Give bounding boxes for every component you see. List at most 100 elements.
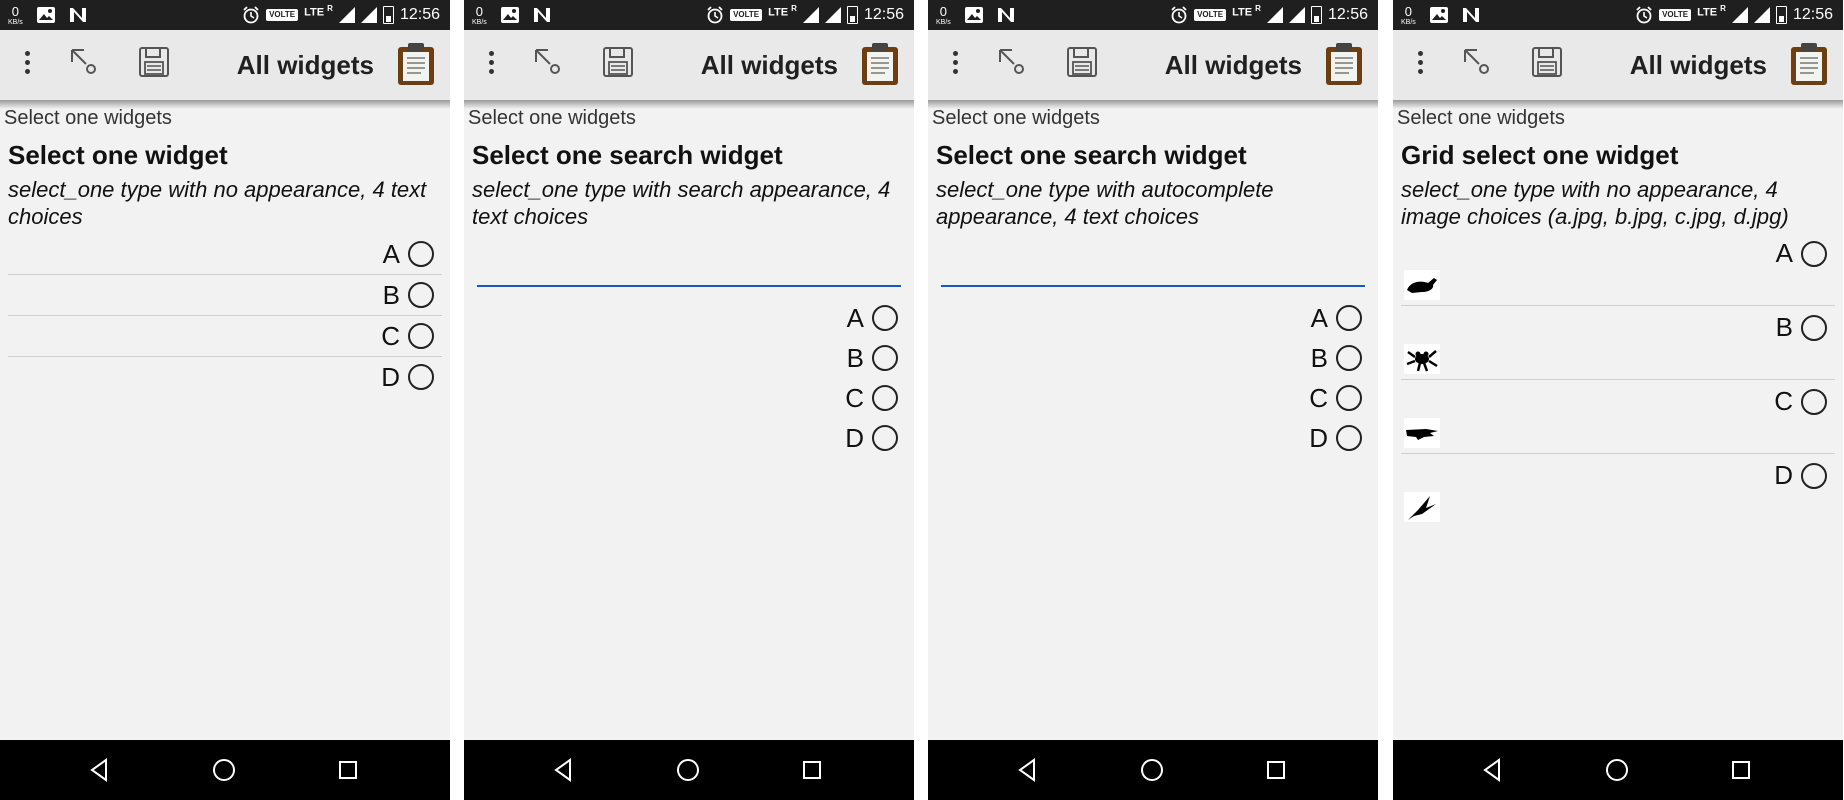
jump-to-icon[interactable] bbox=[530, 44, 566, 80]
back-icon[interactable] bbox=[1479, 756, 1507, 784]
status-bar: 0 KB/s VOLTE LTE R 12:56 bbox=[0, 0, 450, 30]
n-notification-icon bbox=[1462, 8, 1479, 22]
choice-a[interactable]: A bbox=[8, 234, 442, 275]
radio-button[interactable] bbox=[872, 425, 898, 451]
breadcrumb: Select one widgets bbox=[4, 107, 172, 129]
home-icon[interactable] bbox=[210, 756, 238, 784]
choice-list: A B C D bbox=[8, 234, 442, 397]
app-toolbar: All widgets bbox=[0, 30, 450, 100]
question-title: Select one search widget bbox=[472, 140, 783, 170]
home-icon[interactable] bbox=[1603, 756, 1631, 784]
signal-icon bbox=[338, 7, 355, 23]
app-toolbar: All widgets bbox=[464, 30, 914, 100]
radio-button[interactable] bbox=[872, 385, 898, 411]
back-icon[interactable] bbox=[86, 756, 114, 784]
back-icon[interactable] bbox=[1014, 756, 1042, 784]
overflow-menu-icon[interactable] bbox=[18, 45, 36, 79]
grid-choice-c[interactable]: C bbox=[1401, 380, 1835, 454]
clipboard-icon[interactable] bbox=[1324, 42, 1364, 86]
save-icon[interactable] bbox=[1529, 44, 1565, 80]
signal-icon bbox=[1266, 7, 1283, 23]
status-bar: 0 KB/s VOLTE LTE R 12:56 bbox=[464, 0, 914, 30]
breadcrumb: Select one widgets bbox=[932, 107, 1100, 129]
radio-button[interactable] bbox=[872, 305, 898, 331]
choice-c[interactable]: C bbox=[472, 378, 906, 418]
volte-badge: VOLTE bbox=[266, 9, 299, 21]
lte-indicator: LTE R bbox=[1232, 3, 1261, 19]
choice-b[interactable]: B bbox=[472, 338, 906, 378]
radio-button[interactable] bbox=[408, 282, 434, 308]
search-input[interactable] bbox=[477, 285, 901, 287]
clipboard-icon[interactable] bbox=[396, 42, 436, 86]
choice-c[interactable]: C bbox=[936, 378, 1370, 418]
recents-icon[interactable] bbox=[1262, 756, 1290, 784]
battery-icon bbox=[1775, 6, 1787, 24]
navigation-bar bbox=[464, 740, 914, 800]
jump-to-icon[interactable] bbox=[1459, 44, 1495, 80]
recents-icon[interactable] bbox=[798, 756, 826, 784]
choice-b[interactable]: B bbox=[8, 275, 442, 316]
jump-to-icon[interactable] bbox=[994, 44, 1030, 80]
radio-button[interactable] bbox=[1336, 345, 1362, 371]
lte-indicator: LTE R bbox=[1697, 3, 1726, 19]
status-clock: 12:56 bbox=[1792, 6, 1833, 23]
question-title: Select one search widget bbox=[936, 140, 1247, 170]
back-icon[interactable] bbox=[550, 756, 578, 784]
home-icon[interactable] bbox=[1138, 756, 1166, 784]
question-title: Select one widget bbox=[8, 140, 228, 170]
home-icon[interactable] bbox=[674, 756, 702, 784]
radio-button[interactable] bbox=[1801, 240, 1827, 267]
radio-button[interactable] bbox=[1336, 385, 1362, 411]
volte-badge: VOLTE bbox=[730, 9, 763, 21]
radio-button[interactable] bbox=[408, 323, 434, 349]
radio-button[interactable] bbox=[1336, 305, 1362, 331]
volte-badge: VOLTE bbox=[1194, 9, 1227, 21]
choice-a[interactable]: A bbox=[936, 298, 1370, 338]
question-hint: select_one type with no appearance, 4 im… bbox=[1401, 177, 1789, 229]
radio-button[interactable] bbox=[1801, 314, 1827, 341]
battery-icon bbox=[846, 6, 858, 24]
toolbar-title: All widgets bbox=[1629, 50, 1767, 80]
radio-button[interactable] bbox=[872, 345, 898, 371]
network-speed-indicator: 0 KB/s bbox=[1401, 3, 1416, 26]
choice-d[interactable]: D bbox=[936, 418, 1370, 458]
radio-button[interactable] bbox=[408, 364, 434, 390]
n-notification-icon bbox=[69, 8, 86, 22]
choice-d[interactable]: D bbox=[8, 357, 442, 397]
frog-icon bbox=[1404, 344, 1440, 374]
clipboard-icon[interactable] bbox=[860, 42, 900, 86]
overflow-menu-icon[interactable] bbox=[482, 45, 500, 79]
choice-b[interactable]: B bbox=[936, 338, 1370, 378]
recents-icon[interactable] bbox=[1727, 756, 1755, 784]
autocomplete-input[interactable] bbox=[941, 285, 1365, 287]
breadcrumb: Select one widgets bbox=[1397, 107, 1565, 129]
n-notification-icon bbox=[533, 8, 550, 22]
save-icon[interactable] bbox=[136, 44, 172, 80]
network-speed-indicator: 0 KB/s bbox=[8, 3, 23, 26]
signal-icon-2 bbox=[824, 7, 841, 23]
toolbar-title: All widgets bbox=[236, 50, 374, 80]
crocodile-icon bbox=[1404, 418, 1440, 448]
choice-a[interactable]: A bbox=[472, 298, 906, 338]
choice-d[interactable]: D bbox=[472, 418, 906, 458]
overflow-menu-icon[interactable] bbox=[946, 45, 964, 79]
grid-choice-a[interactable]: A bbox=[1401, 232, 1835, 306]
radio-button[interactable] bbox=[408, 241, 434, 267]
overflow-menu-icon[interactable] bbox=[1411, 45, 1429, 79]
choice-c[interactable]: C bbox=[8, 316, 442, 357]
grid-choice-d[interactable]: D bbox=[1401, 454, 1835, 527]
status-clock: 12:56 bbox=[863, 6, 904, 23]
clipboard-icon[interactable] bbox=[1789, 42, 1829, 86]
n-notification-icon bbox=[997, 8, 1014, 22]
radio-button[interactable] bbox=[1801, 388, 1827, 415]
save-icon[interactable] bbox=[600, 44, 636, 80]
jump-to-icon[interactable] bbox=[66, 44, 102, 80]
radio-button[interactable] bbox=[1336, 425, 1362, 451]
signal-icon-2 bbox=[1288, 7, 1305, 23]
signal-icon-2 bbox=[1753, 7, 1770, 23]
recents-icon[interactable] bbox=[334, 756, 362, 784]
grid-choice-b[interactable]: B bbox=[1401, 306, 1835, 380]
save-icon[interactable] bbox=[1064, 44, 1100, 80]
radio-button[interactable] bbox=[1801, 462, 1827, 489]
breadcrumb: Select one widgets bbox=[468, 107, 636, 129]
